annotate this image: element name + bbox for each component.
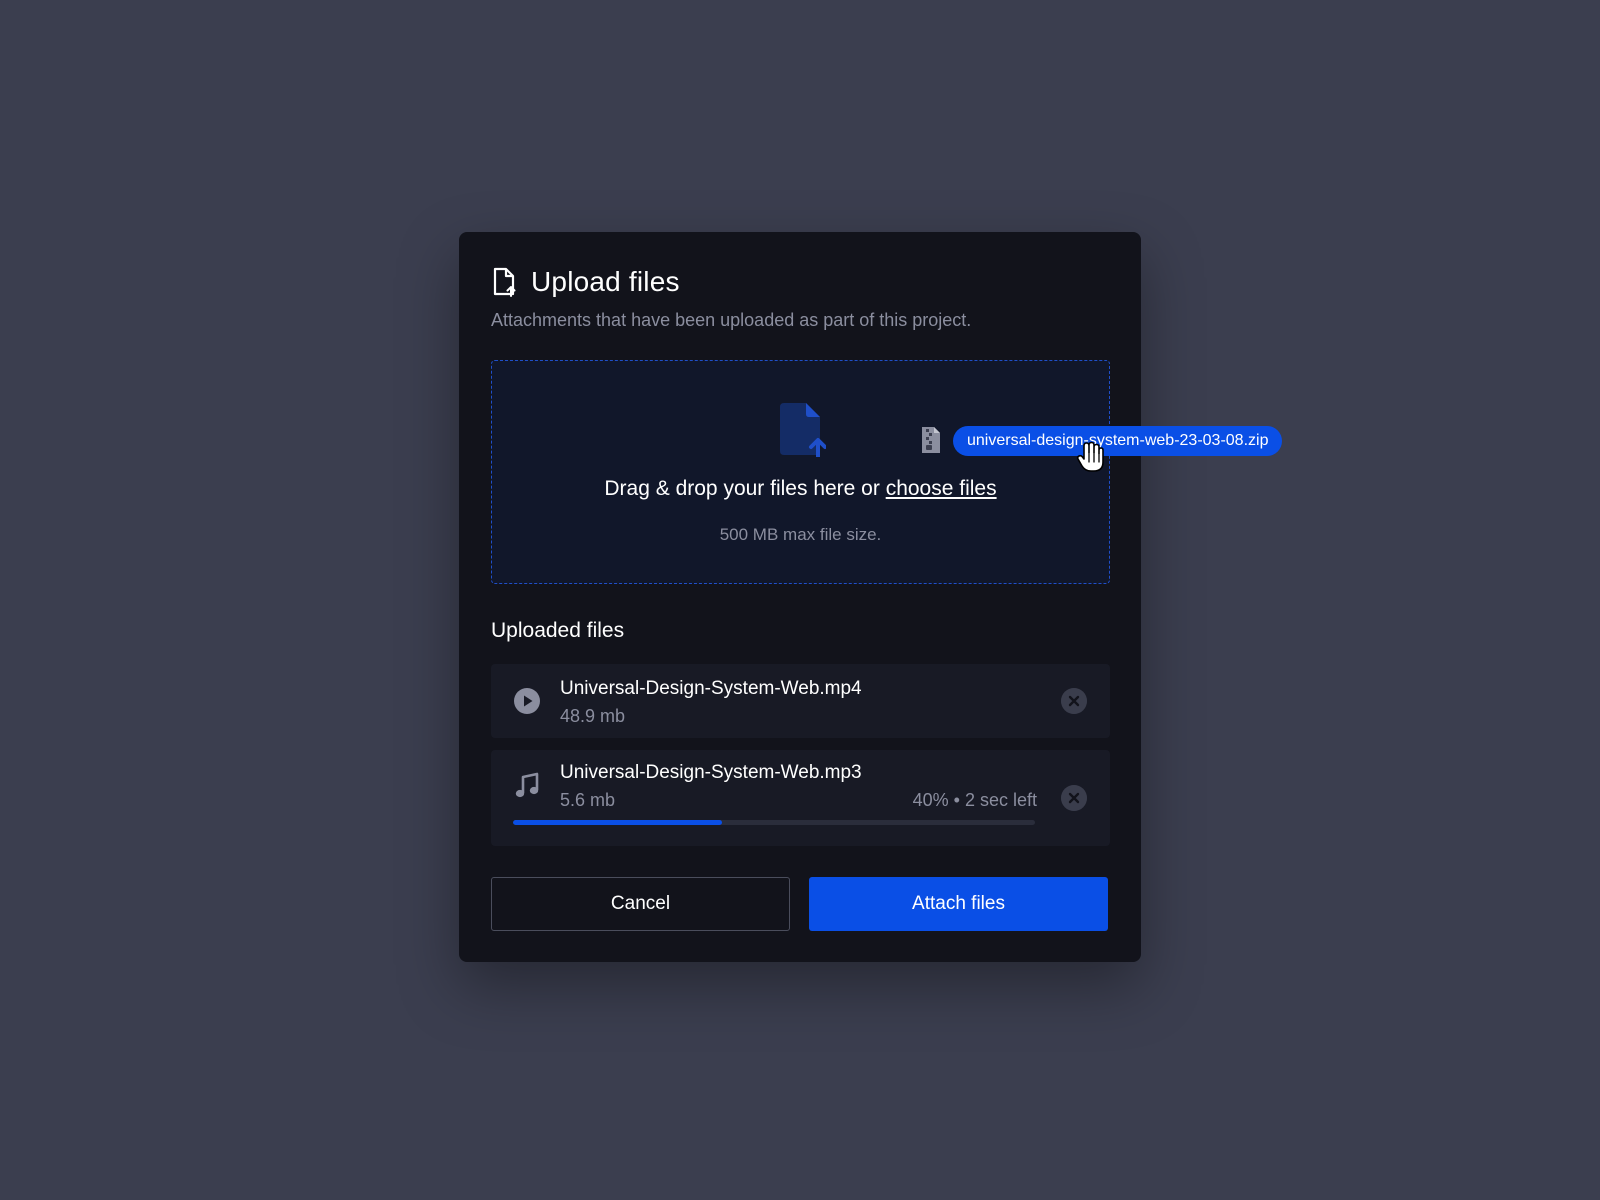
modal-title: Upload files <box>531 266 680 297</box>
dropzone-prompt: Drag & drop your files here or choose fi… <box>492 477 1109 501</box>
max-file-size-hint: 500 MB max file size. <box>719 525 882 544</box>
dropzone[interactable]: Drag & drop your files here or choose fi… <box>491 360 1110 584</box>
file-size: 5.6 mb <box>560 790 616 810</box>
upload-progress-fill <box>513 820 722 825</box>
file-upload-icon <box>493 267 516 297</box>
cancel-button[interactable]: Cancel <box>491 877 790 931</box>
file-size: 48.9 mb <box>560 706 626 726</box>
choose-files-link[interactable]: choose files <box>886 477 997 500</box>
attach-files-button[interactable]: Attach files <box>809 877 1108 931</box>
dragged-file-chip[interactable]: universal-design-system-web-23-03-08.zip <box>953 426 1283 456</box>
file-upload-icon <box>780 403 826 457</box>
upload-progress-text: 40% • 2 sec left <box>912 790 1037 810</box>
upload-modal: Upload files Attachments that have been … <box>459 232 1141 962</box>
file-row: Universal-Design-System-Web.mp3 5.6 mb 4… <box>491 750 1110 846</box>
modal-subtitle: Attachments that have been uploaded as p… <box>491 310 972 330</box>
file-row: Universal-Design-System-Web.mp4 48.9 mb <box>491 664 1110 738</box>
grab-cursor-icon <box>1076 441 1104 472</box>
play-icon <box>514 688 540 714</box>
dropzone-prompt-text: Drag & drop your files here or <box>604 477 886 500</box>
file-name: Universal-Design-System-Web.mp4 <box>560 678 862 699</box>
close-icon[interactable] <box>1061 785 1087 811</box>
uploaded-files-title: Uploaded files <box>491 619 625 642</box>
zip-file-icon <box>922 427 940 453</box>
upload-progress-bar <box>513 820 1035 825</box>
modal-header: Upload files <box>491 266 680 298</box>
music-note-icon <box>515 772 539 798</box>
page: Upload files Attachments that have been … <box>0 0 1600 1200</box>
close-icon[interactable] <box>1061 688 1087 714</box>
file-name: Universal-Design-System-Web.mp3 <box>560 762 862 783</box>
